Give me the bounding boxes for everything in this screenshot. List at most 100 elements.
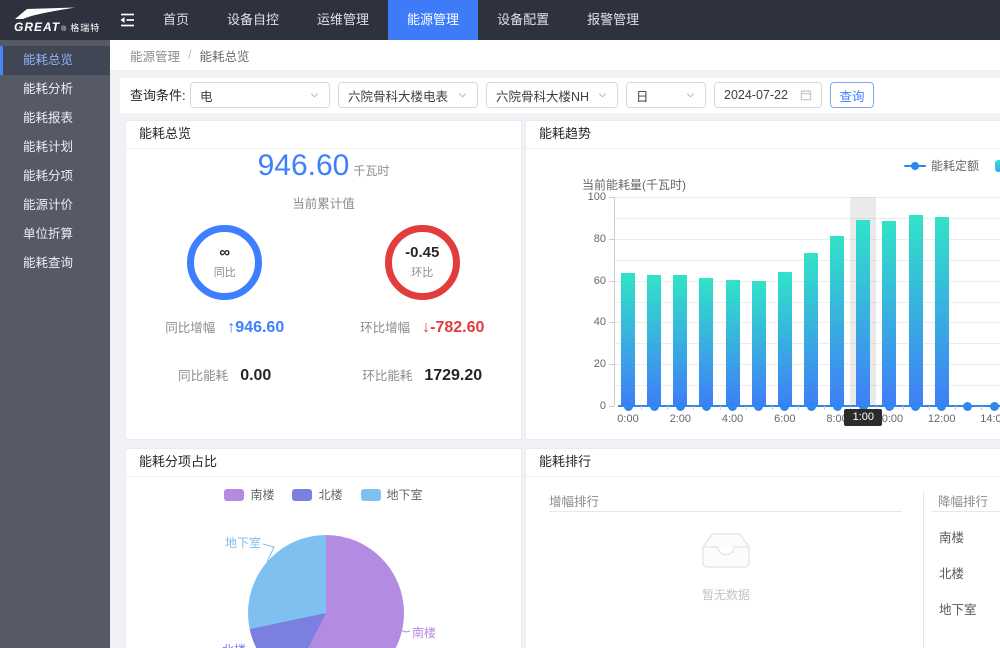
bar-7:00[interactable]: [804, 253, 818, 406]
bar-10:00[interactable]: [882, 221, 896, 406]
legend-swatch: [292, 489, 312, 501]
top-nav: GREAT® 格瑞特 首页设备自控运维管理能源管理设备配置报警管理: [0, 0, 1000, 40]
bar-0:00[interactable]: [621, 273, 635, 406]
quota-point-14:00[interactable]: [990, 402, 999, 411]
stat-value: 0.00: [240, 367, 271, 385]
nav-item-0[interactable]: 首页: [144, 0, 208, 40]
ranking-card-title: 能耗排行: [526, 449, 1000, 477]
bar-2:00[interactable]: [673, 275, 687, 406]
quota-point-10:00[interactable]: [885, 402, 894, 411]
select-granularity[interactable]: 日: [626, 82, 706, 108]
legend-label: 北楼: [318, 486, 342, 503]
quota-point-4:00[interactable]: [728, 402, 737, 411]
pie-legend-item-南楼[interactable]: 南楼: [224, 486, 274, 503]
menu-fold-icon[interactable]: [110, 0, 144, 40]
bar-9:00[interactable]: [856, 220, 870, 406]
ring-环比: -0.45环比: [385, 225, 460, 300]
total-caption: 当前累计值: [126, 193, 521, 212]
x-axis-label: 0:00: [608, 413, 648, 425]
date-picker[interactable]: 2024-07-22: [714, 82, 822, 108]
bar-11:00[interactable]: [909, 215, 923, 406]
ring-value: ∞: [219, 245, 230, 261]
empty-box-icon: [694, 529, 758, 573]
stat-0: 同比增幅↑946.60: [165, 317, 284, 337]
legend-swatch: [361, 489, 381, 501]
legend-item-line[interactable]: 能耗定额: [904, 157, 979, 174]
pie-legend: 南楼 北楼 地下室: [126, 486, 521, 503]
empty-state-text: 暂无数据: [646, 586, 806, 603]
bar-3:00[interactable]: [699, 278, 713, 406]
nav-item-1[interactable]: 设备自控: [208, 0, 298, 40]
bar-12:00[interactable]: [935, 217, 949, 406]
gridline: [614, 197, 1000, 198]
comparison-stats: 同比增幅↑946.60环比增幅↓-782.60同比能耗0.00环比能耗1729.…: [126, 317, 521, 385]
nav-item-4[interactable]: 设备配置: [478, 0, 568, 40]
sidebar-item-0[interactable]: 能耗总览: [0, 46, 110, 75]
search-button[interactable]: 查询: [830, 82, 874, 108]
bar-8:00[interactable]: [830, 236, 844, 406]
ring-label: 同比: [214, 264, 236, 280]
sidebar-item-2[interactable]: 能耗报表: [0, 104, 110, 133]
quota-point-5:00[interactable]: [754, 402, 763, 411]
pie-card: 能耗分项占比 南楼北楼地下室 南楼北楼地下室: [125, 448, 522, 648]
x-axis-tick: [772, 406, 773, 410]
quota-point-0:00[interactable]: [624, 402, 633, 411]
y-axis-label: 20: [572, 358, 606, 370]
sidebar-item-4[interactable]: 能耗分项: [0, 162, 110, 191]
nav-item-5[interactable]: 报警管理: [568, 0, 658, 40]
y-axis-label: 40: [572, 316, 606, 328]
select-node[interactable]: 六院骨科大楼NH: [486, 82, 618, 108]
pie-legend-item-北楼[interactable]: 北楼: [292, 486, 342, 503]
line-legend-marker: [904, 165, 926, 167]
pie-chart[interactable]: [248, 535, 404, 648]
select-meter[interactable]: 六院骨科大楼电表: [338, 82, 478, 108]
quota-point-3:00[interactable]: [702, 402, 711, 411]
sidebar-item-7[interactable]: 能耗查询: [0, 249, 110, 278]
decrease-ranking-header: 降幅排行: [938, 491, 988, 510]
app-window: GREAT® 格瑞特 首页设备自控运维管理能源管理设备配置报警管理 能耗总览能耗…: [0, 0, 1000, 648]
quota-point-11:00[interactable]: [911, 402, 920, 411]
quota-point-13:00[interactable]: [963, 402, 972, 411]
query-bar: 查询条件: 电 六院骨科大楼电表 六院骨科大楼NH 日 2024-07-22 查…: [120, 78, 1000, 113]
quota-point-12:00[interactable]: [937, 402, 946, 411]
stat-1: 环比增幅↓-782.60: [360, 317, 484, 337]
sidebar-item-1[interactable]: 能耗分析: [0, 75, 110, 104]
brand-logo: GREAT® 格瑞特: [0, 0, 110, 40]
select-energy-type[interactable]: 电: [190, 82, 330, 108]
quota-point-8:00[interactable]: [833, 402, 842, 411]
bar-1:00[interactable]: [647, 275, 661, 406]
sidebar-item-5[interactable]: 能源计价: [0, 191, 110, 220]
bar-5:00[interactable]: [752, 281, 766, 406]
bar-4:00[interactable]: [726, 280, 740, 406]
breadcrumb-separator: /: [188, 48, 191, 62]
divider: [549, 511, 902, 512]
x-axis-tick: [641, 406, 642, 410]
stat-value: 1729.20: [424, 367, 482, 385]
stat-value: ↑946.60: [227, 319, 284, 337]
decrease-rank-item-2[interactable]: 地下室: [939, 599, 977, 618]
sidebar-item-6[interactable]: 单位折算: [0, 220, 110, 249]
empty-state: 暂无数据: [646, 529, 806, 603]
pie-legend-item-地下室[interactable]: 地下室: [361, 486, 423, 503]
nav-menu: 首页设备自控运维管理能源管理设备配置报警管理: [144, 0, 658, 40]
quota-point-7:00[interactable]: [807, 402, 816, 411]
quota-point-6:00[interactable]: [780, 402, 789, 411]
decrease-rank-item-1[interactable]: 北楼: [939, 563, 964, 582]
quota-point-1:00[interactable]: [650, 402, 659, 411]
x-axis-tick: [824, 406, 825, 410]
breadcrumb-parent[interactable]: 能源管理: [130, 46, 180, 65]
quota-point-2:00[interactable]: [676, 402, 685, 411]
nav-item-3[interactable]: 能源管理: [388, 0, 478, 40]
sidebar-item-3[interactable]: 能耗计划: [0, 133, 110, 162]
pie-card-title: 能耗分项占比: [126, 449, 521, 477]
legend-item-bar[interactable]: 当前能耗: [995, 157, 1000, 174]
y-axis-tick: [609, 406, 614, 407]
bar-6:00[interactable]: [778, 272, 792, 406]
y-axis-line: [614, 197, 615, 406]
pie-label-地下室: 地下室: [186, 534, 261, 551]
x-axis-label: 4:00: [713, 413, 753, 425]
decrease-rank-item-0[interactable]: 南楼: [939, 527, 964, 546]
chevron-down-icon: [685, 90, 696, 101]
nav-item-2[interactable]: 运维管理: [298, 0, 388, 40]
x-axis-tick: [693, 406, 694, 410]
